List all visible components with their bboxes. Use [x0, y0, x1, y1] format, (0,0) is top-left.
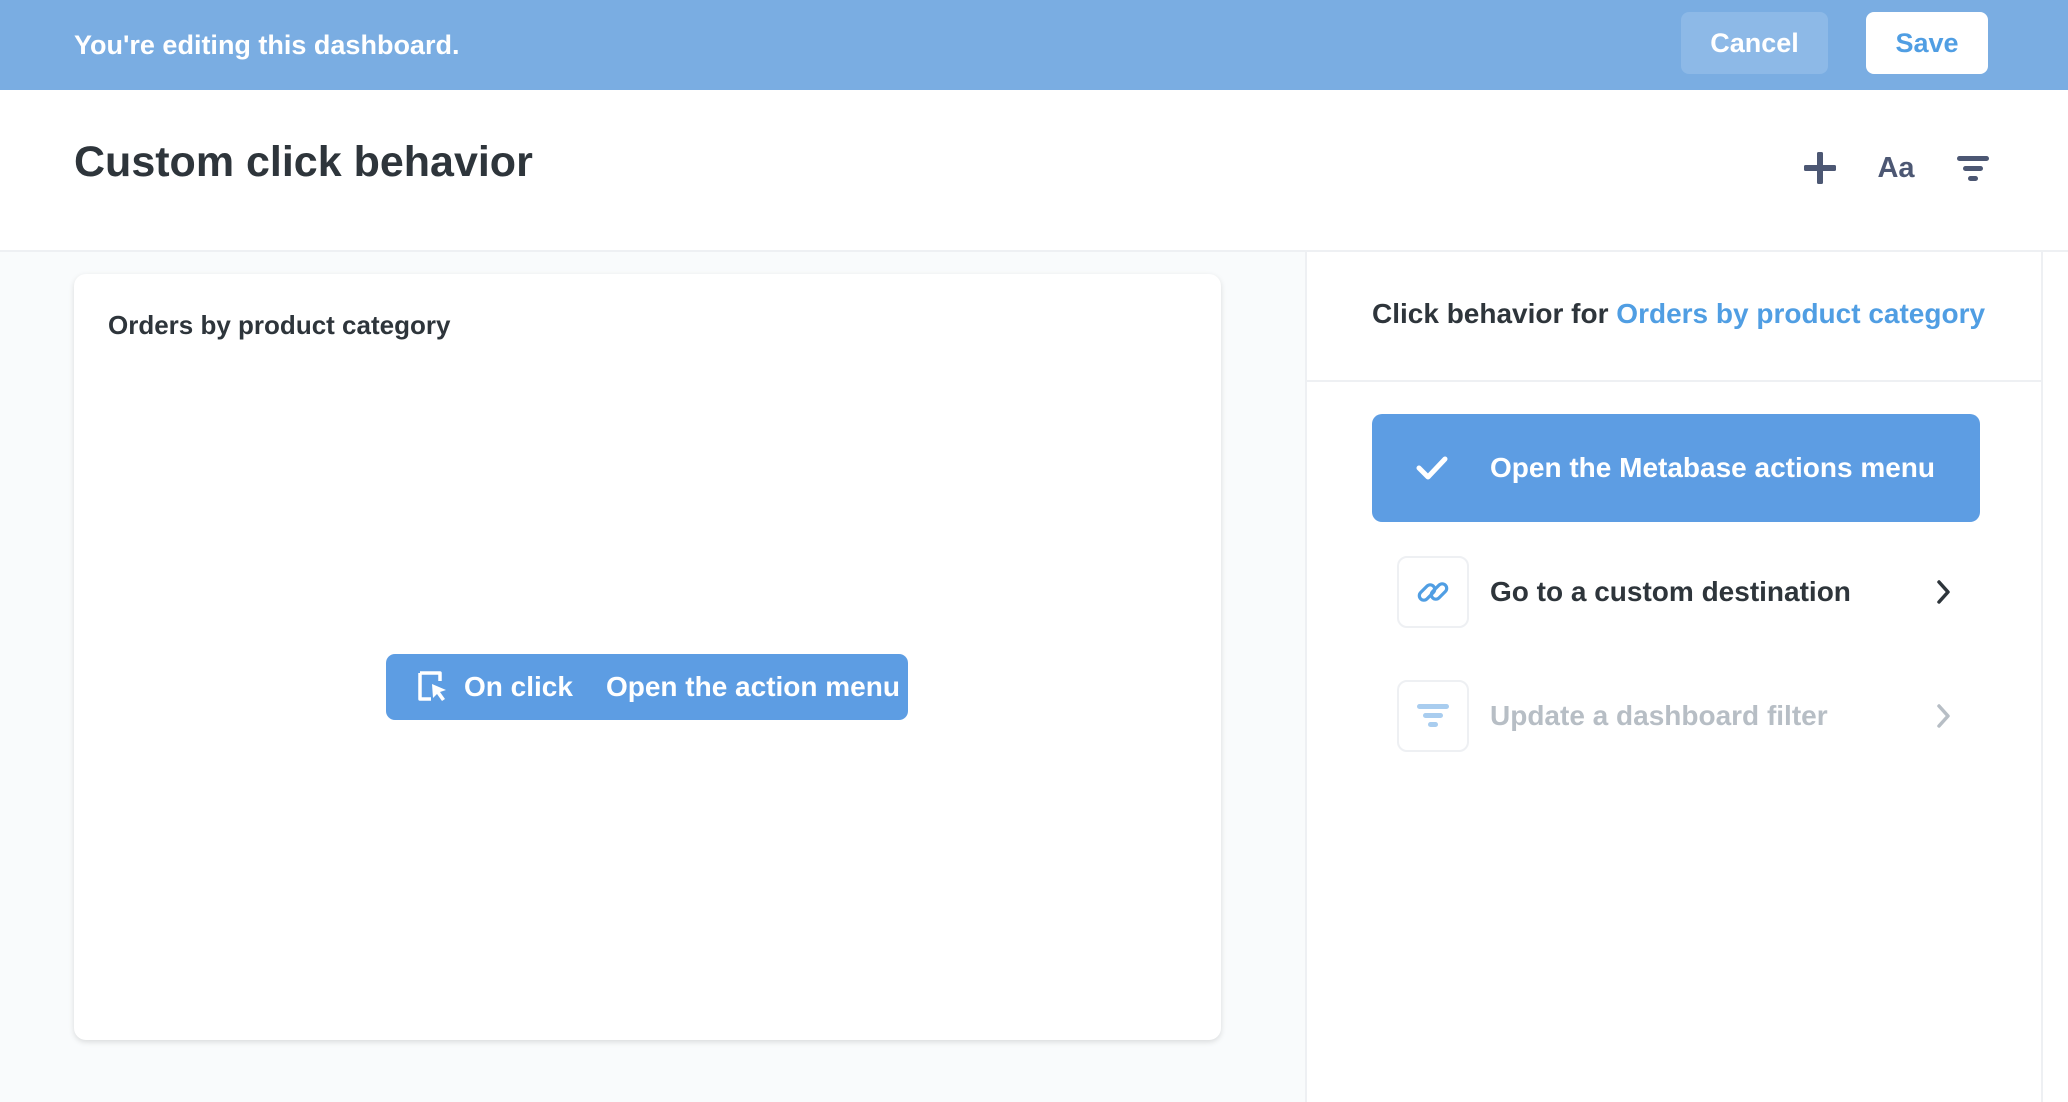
dashboard-canvas: Orders by product category On click Open… [0, 252, 1305, 1102]
filter-icon [1397, 680, 1469, 752]
option-open-actions-menu[interactable]: Open the Metabase actions menu [1372, 414, 1980, 522]
dashboard-header: Custom click behavior Aa [0, 90, 2068, 252]
check-icon [1416, 452, 1448, 484]
save-button[interactable]: Save [1866, 12, 1988, 74]
chevron-right-icon [1929, 578, 1957, 606]
click-behavior-sidebar: Click behavior for Orders by product cat… [1305, 252, 2043, 1102]
edit-mode-message: You're editing this dashboard. [74, 30, 460, 60]
plus-icon[interactable] [1798, 146, 1842, 190]
option-label: Open the Metabase actions menu [1490, 452, 1935, 483]
link-icon [1397, 556, 1469, 628]
option-update-dashboard-filter[interactable]: Update a dashboard filter [1397, 680, 1957, 752]
edit-mode-banner: You're editing this dashboard. Cancel Sa… [0, 0, 2068, 90]
option-label: Update a dashboard filter [1490, 700, 1828, 731]
option-label: Go to a custom destination [1490, 576, 1851, 607]
chevron-right-icon [1929, 702, 1957, 730]
sidebar-header: Click behavior for Orders by product cat… [1307, 252, 2041, 382]
cursor-click-icon [416, 670, 450, 704]
sidebar-heading-card-link[interactable]: Orders by product category [1616, 298, 1985, 329]
sidebar-heading-prefix: Click behavior for [1372, 298, 1609, 329]
filter-icon[interactable] [1951, 146, 1995, 190]
card-title: Orders by product category [108, 310, 451, 340]
click-behavior-pill[interactable]: On click Open the action menu [386, 654, 908, 720]
option-custom-destination[interactable]: Go to a custom destination [1397, 556, 1957, 628]
text-card-icon[interactable]: Aa [1874, 146, 1918, 190]
cancel-button[interactable]: Cancel [1681, 12, 1828, 74]
on-click-label: On click [464, 671, 573, 702]
sidebar-heading: Click behavior for Orders by product cat… [1372, 298, 1985, 330]
dashboard-title: Custom click behavior [74, 138, 533, 186]
click-action-label: Open the action menu [605, 671, 900, 702]
dashboard-card[interactable]: Orders by product category On click Open… [74, 274, 1221, 1040]
